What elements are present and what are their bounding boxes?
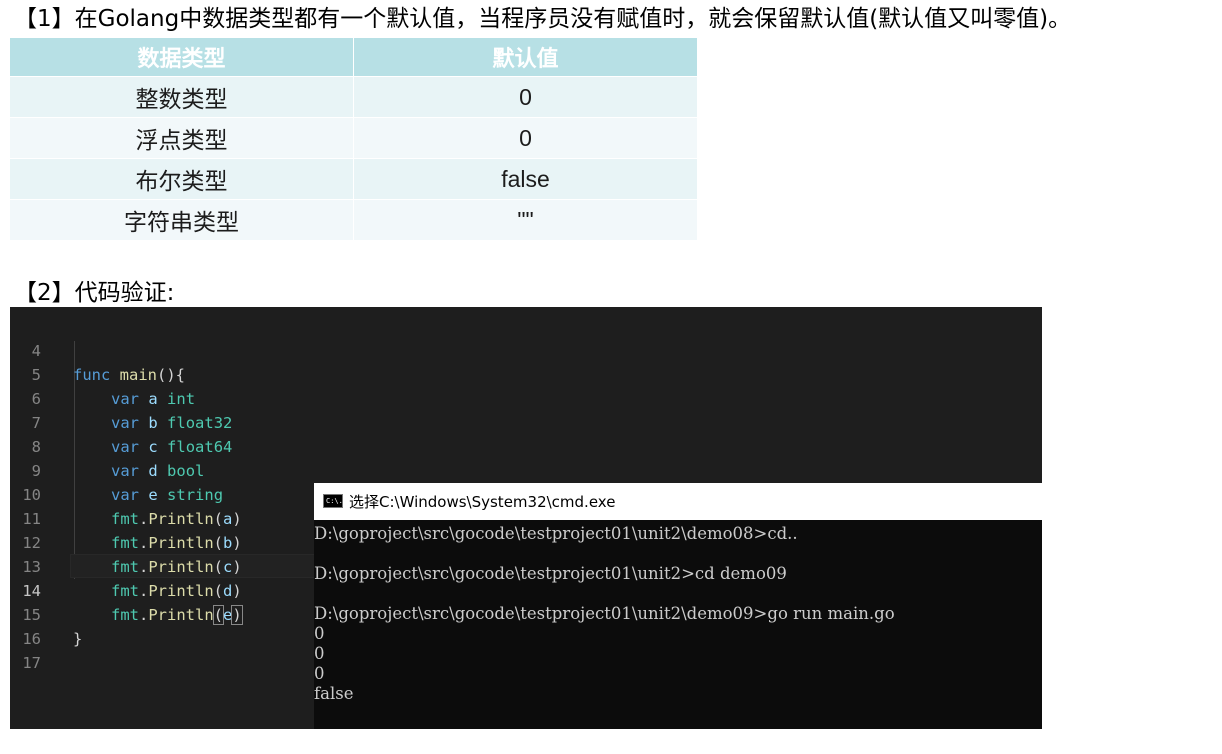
code-line[interactable]: 10 fmt.Println(a) xyxy=(10,459,1042,528)
line-number: 17 xyxy=(22,654,41,672)
table-cell-type: 浮点类型 xyxy=(10,117,354,159)
code-line[interactable]: 4 func main(){ xyxy=(10,315,1042,384)
code-line[interactable]: 8 var d bool xyxy=(10,411,1042,480)
cmd-icon: C:\. xyxy=(323,494,343,508)
cmd-window[interactable]: C:\. 选择C:\Windows\System32\cmd.exe D:\go… xyxy=(314,483,1042,729)
table-cell-type: 整数类型 xyxy=(10,76,354,118)
header-default-value: 默认值 xyxy=(353,38,698,77)
table-row: 字符串类型 "" xyxy=(10,199,698,241)
cmd-line: D:\goproject\src\gocode\testproject01\un… xyxy=(314,524,798,543)
section-1-heading: 【1】在Golang中数据类型都有一个默认值，当程序员没有赋值时，就会保留默认值… xyxy=(14,6,1072,32)
table-cell-value: false xyxy=(353,158,698,200)
cmd-line: D:\goproject\src\gocode\testproject01\un… xyxy=(314,564,787,583)
table-row: 布尔类型 false xyxy=(10,158,698,200)
table-cell-value: 0 xyxy=(353,76,698,118)
table-cell-type: 字符串类型 xyxy=(10,199,354,241)
default-values-table: 数据类型 默认值 整数类型 0 浮点类型 0 布尔类型 false 字符串类型 … xyxy=(10,38,698,241)
cmd-line: D:\goproject\src\gocode\testproject01\un… xyxy=(314,604,895,623)
table-cell-type: 布尔类型 xyxy=(10,158,354,200)
code-line[interactable]: 6 var b float32 xyxy=(10,363,1042,432)
header-data-type: 数据类型 xyxy=(10,38,354,77)
code-line[interactable]: 9 var e string xyxy=(10,435,1042,504)
section-2-heading: 【2】代码验证: xyxy=(14,280,175,306)
code-line[interactable]: 5 var a int xyxy=(10,339,1042,408)
cmd-line: 0 xyxy=(314,644,325,663)
cmd-window-title: 选择C:\Windows\System32\cmd.exe xyxy=(349,493,616,511)
table-row: 整数类型 0 xyxy=(10,76,698,118)
table-cell-value: "" xyxy=(353,199,698,241)
cmd-output[interactable]: D:\goproject\src\gocode\testproject01\un… xyxy=(314,520,1042,729)
table-cell-value: 0 xyxy=(353,117,698,159)
cmd-line: 0 xyxy=(314,664,325,683)
code-line[interactable]: 7 var c float64 xyxy=(10,387,1042,456)
cmd-line: false xyxy=(314,684,354,703)
cmd-line: 0 xyxy=(314,624,325,643)
table-row: 浮点类型 0 xyxy=(10,117,698,159)
table-header-row: 数据类型 默认值 xyxy=(10,38,698,77)
cmd-title-bar[interactable]: C:\. 选择C:\Windows\System32\cmd.exe xyxy=(314,483,1042,520)
